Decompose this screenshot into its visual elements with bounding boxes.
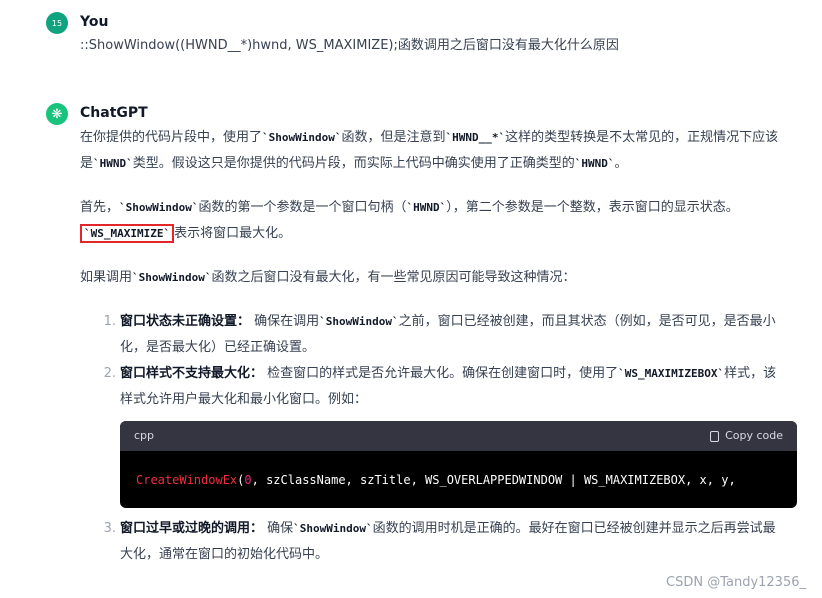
- inline-code: `HWND__*`: [445, 131, 506, 144]
- code-content[interactable]: CreateWindowEx(0, szClassName, szTitle, …: [120, 451, 797, 508]
- paragraph-2: 首先，`ShowWindow`函数的第一个参数是一个窗口句柄（`HWND`），第…: [80, 200, 739, 243]
- inline-code: `HWND`: [93, 157, 133, 170]
- user-message-text: ::ShowWindow((HWND__*)hwnd, WS_MAXIMIZE)…: [80, 38, 619, 53]
- inline-code: `ShowWindow`: [293, 522, 373, 535]
- assistant-message-body: 在你提供的代码片段中，使用了`ShowWindow`函数，但是注意到`HWND_…: [80, 125, 797, 568]
- inline-code: `HWND`: [406, 201, 447, 214]
- list-item: 1. 窗口状态未正确设置： 确保在调用`ShowWindow`之前，窗口已经被创…: [103, 314, 776, 355]
- assistant-message: ❋ ChatGPT 在你提供的代码片段中，使用了`ShowWindow`函数，但…: [46, 103, 802, 598]
- highlighted-inline-code: `WS_MAXIMIZE`: [80, 224, 175, 243]
- inline-code: `ShowWindow`: [262, 131, 342, 144]
- inline-code: `HWND`: [574, 157, 615, 170]
- chatgpt-logo-icon: ❋: [46, 103, 68, 125]
- assistant-name: ChatGPT: [80, 105, 148, 121]
- user-message: 15 You ::ShowWindow((HWND__*)hwnd, WS_MA…: [46, 12, 802, 62]
- code-block: cpp Copy code CreateWindowEx(0, szClassN…: [120, 421, 797, 508]
- watermark: CSDN @Tandy12356_: [666, 575, 806, 590]
- list-item: 3. 窗口过早或过晚的调用： 确保`ShowWindow`函数的调用时机是正确的…: [103, 521, 776, 562]
- inline-code: `ShowWindow`: [132, 271, 212, 284]
- list-item: 2. 窗口样式不支持最大化： 检查窗口的样式是否允许最大化。确保在创建窗口时，使…: [103, 366, 777, 407]
- clipboard-icon: [710, 430, 720, 442]
- code-language: cpp: [134, 429, 155, 442]
- cause-list-continued: 3. 窗口过早或过晚的调用： 确保`ShowWindow`函数的调用时机是正确的…: [80, 516, 780, 568]
- inline-code: `ShowWindow`: [319, 315, 399, 328]
- copy-code-button[interactable]: Copy code: [710, 423, 783, 449]
- user-name: You: [80, 14, 109, 30]
- inline-code: `WS_MAXIMIZEBOX`: [618, 367, 725, 380]
- paragraph-1: 在你提供的代码片段中，使用了`ShowWindow`函数，但是注意到`HWND_…: [80, 130, 779, 171]
- inline-code: `ShowWindow`: [119, 201, 199, 214]
- paragraph-3: 如果调用`ShowWindow`函数之后窗口没有最大化，有一些常见原因可能导致这…: [80, 270, 576, 285]
- cause-list: 1. 窗口状态未正确设置： 确保在调用`ShowWindow`之前，窗口已经被创…: [80, 309, 780, 413]
- copy-code-label: Copy code: [725, 429, 783, 442]
- user-avatar: 15: [46, 12, 68, 34]
- code-block-header: cpp Copy code: [120, 421, 797, 451]
